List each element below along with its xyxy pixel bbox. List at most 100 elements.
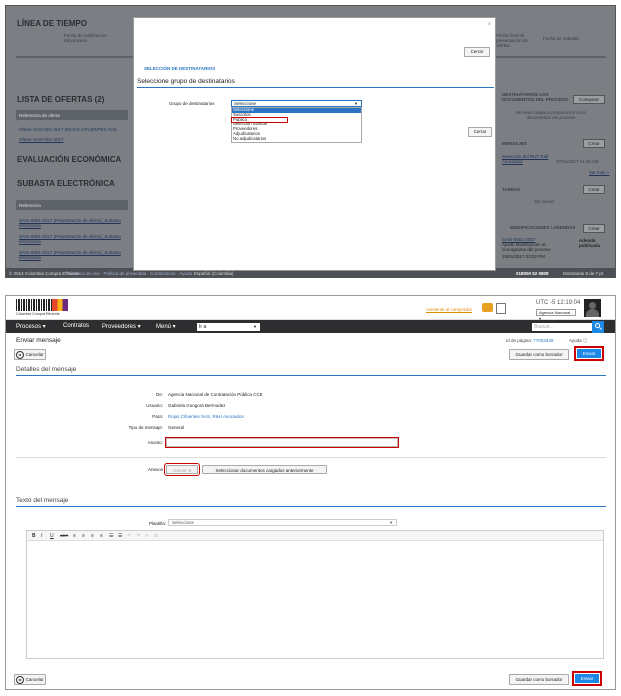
template-select[interactable]: Seleccione ▼ xyxy=(168,519,397,526)
save-draft-button-bottom[interactable]: Guardar como borrador xyxy=(509,674,569,685)
compare-button[interactable]: Comparar xyxy=(573,95,605,104)
search-input[interactable]: Buscar... xyxy=(532,323,592,331)
entity-selector[interactable]: Agencia Nacional... ▾ xyxy=(536,309,576,321)
cancel-button-bottom[interactable]: Cancelar xyxy=(14,674,46,685)
back-icon xyxy=(16,675,25,684)
nav-processes[interactable]: Procesos ▾ xyxy=(16,323,46,330)
help-link[interactable]: Ayuda ⓘ xyxy=(569,338,587,344)
numbered-list-icon[interactable]: ☰ xyxy=(118,533,122,539)
editor-toolbar: B I U ABC ≡ ≡ ≡ ≡ ☰ ☰ ↶ ↷ ∞ ⊘ xyxy=(27,531,603,541)
message-editor[interactable]: B I U ABC ≡ ≡ ≡ ≡ ☰ ☰ ↶ ↷ ∞ ⊘ xyxy=(26,530,604,659)
document-icon[interactable] xyxy=(496,303,506,314)
see-more-link[interactable]: Ver más » xyxy=(589,170,609,175)
select-previous-documents-button[interactable]: Seleccionar documentos cargados anterior… xyxy=(202,465,327,474)
chat-icon[interactable] xyxy=(482,303,493,312)
search-icon[interactable] xyxy=(592,321,604,333)
close-icon[interactable]: × xyxy=(487,22,491,28)
bullet-list-icon[interactable]: ☰ xyxy=(109,533,113,539)
align-justify-icon[interactable]: ≡ xyxy=(100,533,103,539)
template-value: Seleccione xyxy=(172,520,195,525)
recipient-group-value: Seleccione xyxy=(234,101,257,106)
auction-ref-header: Referencia xyxy=(19,203,41,208)
group-option[interactable]: No adjudicatarios xyxy=(232,136,361,142)
unlink-icon[interactable]: ⊘ xyxy=(154,533,158,539)
strikethrough-icon[interactable]: ABC xyxy=(60,533,68,538)
cancel-label: Cancelar xyxy=(25,352,44,357)
message-type-value: General xyxy=(168,425,185,430)
back-icon xyxy=(16,350,25,359)
auction-row-2[interactable]: SASI-0001-2017 (Presentación de oferta)_… xyxy=(19,234,131,244)
recipient-group-select[interactable]: Seleccione ▼ xyxy=(231,100,362,107)
to-value[interactable]: Rojas Cifuentes SAS, R&H Asociados xyxy=(168,414,244,419)
to-label: Para: xyxy=(152,414,163,419)
align-left-icon[interactable]: ≡ xyxy=(73,533,76,539)
cancel-label: Cancelar xyxy=(25,677,44,682)
footer-language[interactable]: Español (Colombia) xyxy=(194,271,234,276)
close-button-bottom[interactable]: Cerrar xyxy=(468,127,492,137)
timeline-title: LÍNEA DE TIEMPO xyxy=(17,19,87,28)
auction-title: SUBASTA ELECTRÓNICA xyxy=(17,179,115,188)
cancel-button-top[interactable]: Cancelar xyxy=(14,349,46,360)
user-label: Usuario: xyxy=(146,403,163,408)
offers-ref-header: Referencia de oferta xyxy=(19,113,60,118)
goto-select[interactable]: Ir a ▼ xyxy=(197,323,260,331)
footer-links[interactable]: Términos de uso · Política de privacidad… xyxy=(66,271,192,276)
undo-icon[interactable]: ↶ xyxy=(127,533,131,539)
attach-button[interactable]: Anexar ⊘ xyxy=(164,463,200,476)
text-divider xyxy=(16,506,606,507)
send-button-top[interactable]: Enviar xyxy=(574,346,604,361)
create-task-button[interactable]: Crear xyxy=(583,185,605,194)
chevron-down-icon: ▼ xyxy=(389,520,393,525)
mod-status: Adenda publicada xyxy=(579,238,601,248)
paperclip-icon: ⊘ xyxy=(187,468,192,473)
timezone-clock: UTC -5 12:19:04 xyxy=(536,300,581,306)
messages-title: MENSAJES xyxy=(502,141,527,146)
chevron-down-icon: ▼ xyxy=(253,324,257,329)
bold-icon[interactable]: B xyxy=(32,533,36,539)
send-button-bottom[interactable]: Enviar xyxy=(572,671,602,686)
chevron-down-icon: ▼ xyxy=(354,101,358,106)
nav-menu[interactable]: Menú ▾ xyxy=(156,323,176,330)
page-title: Enviar mensaje xyxy=(16,337,61,344)
user-value: Gabriela Gongora Bermudez xyxy=(168,403,226,408)
create-message-button[interactable]: Crear xyxy=(583,139,605,148)
timeline-col-1: Fecha de publicación del proceso xyxy=(64,33,107,43)
annex-label: Anexos xyxy=(147,467,163,472)
message-type-label: Tipo de mensaje: xyxy=(128,425,163,430)
offer-link-2[interactable]: Oferta SASI-001-2017 xyxy=(19,137,64,142)
details-divider xyxy=(16,375,606,376)
logo[interactable]: Colombia Compra Eficiente xyxy=(16,299,68,317)
underline-icon[interactable]: U xyxy=(50,533,54,539)
from-value: Agencia Nacional de Contratación Pública… xyxy=(168,392,263,397)
auction-row-3[interactable]: SASI-0001-2017 (Presentación de oferta)_… xyxy=(19,250,131,260)
goto-value: Ir a xyxy=(199,324,207,330)
link-icon[interactable]: ∞ xyxy=(145,533,149,539)
avatar[interactable] xyxy=(584,299,601,317)
support-link[interactable]: Asistente al comprador xyxy=(426,307,472,312)
offers-title: LISTA DE OFERTAS (2) xyxy=(17,95,105,104)
tasks-note: Sin tareas xyxy=(534,199,555,204)
create-mod-button[interactable]: Crear xyxy=(583,224,605,233)
align-right-icon[interactable]: ≡ xyxy=(91,533,94,539)
align-center-icon[interactable]: ≡ xyxy=(82,533,85,539)
message-sender-link[interactable]: Selección del RUT Ráfi Asociados xyxy=(502,154,552,164)
italic-icon[interactable]: I xyxy=(41,533,42,539)
logo-caption: Colombia Compra Eficiente xyxy=(16,312,60,316)
nav-contracts[interactable]: Contratos xyxy=(63,323,89,329)
recipients-note: No tiene ninguna preparación a los docum… xyxy=(516,110,586,120)
from-label: De: xyxy=(155,392,163,397)
auction-row-1[interactable]: SASI-0001-2017 (Presentación de oferta)_… xyxy=(19,218,131,228)
page-id-value[interactable]: 77003349 xyxy=(533,338,553,343)
offer-link-1[interactable]: Oferta SASI-001-2017 ROJAS CIFUENTES SAS xyxy=(19,127,131,132)
subject-input[interactable] xyxy=(165,437,399,448)
save-draft-button-top[interactable]: Guardar como borrador xyxy=(509,349,569,360)
close-button-top[interactable]: Cerrar xyxy=(464,47,490,57)
tasks-title: TAREAS xyxy=(502,187,521,192)
redo-icon[interactable]: ↷ xyxy=(136,533,140,539)
nav-suppliers[interactable]: Proveedores ▾ xyxy=(102,323,141,330)
message-date: 27/01/2017 11:48 AM xyxy=(556,159,599,164)
mod-text: Ajuste Modificación al cronograma del pr… xyxy=(502,242,551,252)
footer-phone: 018000 52 0808 xyxy=(516,271,549,276)
main-nav: Procesos ▾ Contratos Proveedores ▾ Menú … xyxy=(6,320,615,333)
mods-title: MODIFICACIONES / ADENDAS xyxy=(510,225,576,230)
